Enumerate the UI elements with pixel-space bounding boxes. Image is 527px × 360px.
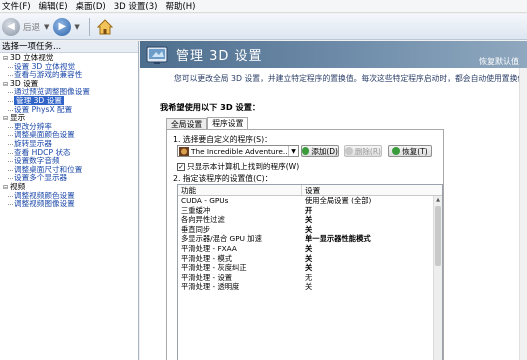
setting-feature: 多显示器/混合 GPU 加速 bbox=[181, 234, 262, 244]
column-setting: 设置 bbox=[305, 186, 321, 195]
toolbar: ◀ 后退 ▼ ▶ ▼ bbox=[0, 14, 527, 40]
add-icon bbox=[302, 147, 310, 155]
menu-help[interactable]: 帮助(H) bbox=[165, 0, 201, 12]
step-1-label: 1. 选择要自定义的程序(S)： bbox=[173, 135, 272, 144]
grid-header: 功能 设置 bbox=[178, 185, 442, 196]
setting-row[interactable]: 平滑处理 - 透明度 关 bbox=[178, 282, 442, 292]
arrow-left-icon: ◀ bbox=[7, 21, 15, 32]
show-local-programs-label: 只显示本计算机上找到的程序(W) bbox=[187, 162, 300, 171]
column-feature: 功能 bbox=[178, 185, 302, 195]
remove-icon bbox=[345, 147, 353, 155]
restore-button-label: 恢复(T) bbox=[402, 146, 428, 156]
setting-feature: 垂直同步 bbox=[181, 224, 211, 234]
setting-feature: 平滑处理 - 透明度 bbox=[181, 282, 240, 292]
page-description: 您可以更改全局 3D 设置，并建立特定程序的置换值。每次这些特定程序启动时，都会… bbox=[174, 74, 527, 83]
task-panel-header: 选择一项任务... bbox=[0, 41, 138, 53]
setting-feature: 三重缓冲 bbox=[181, 205, 211, 215]
grid-scrollbar[interactable]: ▲ bbox=[433, 196, 442, 360]
task-tree: ⊟ 3D 立体视觉 设置 3D 立体视觉 查看与游戏的兼容性 ⊟ 3D 设置 通过预览调整图… bbox=[0, 53, 138, 209]
setting-row[interactable]: CUDA - GPUs 使用全局设置 (全部) bbox=[178, 196, 442, 206]
3d-settings-icon bbox=[146, 46, 168, 64]
settings-question: 我希望使用以下 3D 设置： bbox=[160, 102, 261, 112]
setting-value[interactable]: 关 bbox=[302, 244, 312, 254]
setting-row[interactable]: 平滑处理 - 灰度纠正 关 bbox=[178, 263, 442, 273]
setting-value[interactable]: 无 bbox=[302, 273, 312, 283]
setting-value[interactable]: 开 bbox=[302, 206, 312, 216]
toolbar-divider bbox=[88, 17, 90, 36]
step-2-label: 2. 指定该程序的设置值(C)： bbox=[173, 174, 273, 183]
setting-feature: 平滑处理 - FXAA bbox=[181, 243, 237, 253]
chevron-down-icon[interactable]: ▼ bbox=[44, 23, 49, 31]
restore-icon bbox=[392, 147, 401, 155]
setting-feature: 平滑处理 - 设置 bbox=[181, 272, 233, 282]
scroll-up-icon[interactable]: ▲ bbox=[434, 196, 442, 205]
content-pane: 管理 3D 设置 恢复默认值 您可以更改全局 3D 设置，并建立特定程序的置换值… bbox=[140, 41, 527, 360]
arrow-right-icon: ▶ bbox=[58, 21, 67, 32]
program-settings-panel: 1. 选择要自定义的程序(S)： The Incredible Adventur… bbox=[166, 129, 444, 360]
program-select[interactable]: The Incredible Adventure... ▼ bbox=[177, 145, 299, 157]
restore-program-button[interactable]: 恢复(T) bbox=[388, 145, 432, 157]
setting-value[interactable]: 单一显示器性能模式 bbox=[302, 234, 371, 244]
back-button[interactable]: ◀ bbox=[2, 17, 20, 36]
chevron-down-icon[interactable]: ▼ bbox=[288, 146, 298, 156]
menu-bar: 文件(F) 编辑(E) 桌面(D) 3D 设置(3) 帮助(H) bbox=[0, 0, 527, 13]
grid-rows: CUDA - GPUs 使用全局设置 (全部) 三重缓冲开各向异性过滤关垂直同步关多… bbox=[178, 196, 442, 292]
setting-row[interactable]: 平滑处理 - FXAA 关 bbox=[178, 244, 442, 254]
setting-row[interactable]: 三重缓冲 开 bbox=[178, 206, 442, 216]
setting-value[interactable]: 使用全局设置 (全部) bbox=[302, 196, 371, 206]
selected-program: The Incredible Adventure... bbox=[191, 146, 288, 156]
tree-item-label: 调整视频图像设置 bbox=[14, 199, 75, 209]
chevron-down-icon[interactable]: ▼ bbox=[74, 23, 79, 31]
setting-feature: 各向异性过滤 bbox=[181, 215, 225, 225]
settings-tabs: 全局设置 程序设置 bbox=[166, 117, 249, 129]
setting-row[interactable]: 平滑处理 - 设置 无 bbox=[178, 273, 442, 283]
add-program-button[interactable]: 添加(D) bbox=[301, 145, 339, 157]
forward-button[interactable]: ▶ bbox=[53, 17, 72, 36]
home-button[interactable] bbox=[95, 17, 115, 37]
setting-value[interactable]: 关 bbox=[302, 263, 312, 273]
setting-value[interactable]: 关 bbox=[302, 254, 312, 264]
show-local-programs-option[interactable]: ✓ 只显示本计算机上找到的程序(W) bbox=[177, 161, 299, 172]
page-banner: 管理 3D 设置 恢复默认值 bbox=[140, 41, 527, 68]
remove-program-button[interactable]: 删除(R) bbox=[344, 145, 382, 157]
setting-value[interactable]: 关 bbox=[302, 282, 312, 292]
tree-item[interactable]: 调整视频图像设置 bbox=[0, 199, 138, 209]
menu-file[interactable]: 文件(F) bbox=[2, 0, 37, 12]
settings-grid: 功能 设置 CUDA - GPUs 使用全局设置 (全部) 三重缓冲开各向异性过滤关… bbox=[177, 184, 443, 360]
add-button-label: 添加(D) bbox=[311, 146, 338, 156]
menu-3d-settings[interactable]: 3D 设置(3) bbox=[114, 0, 164, 12]
tab-global-settings[interactable]: 全局设置 bbox=[166, 118, 208, 129]
back-label: 后退 bbox=[23, 22, 41, 33]
setting-row[interactable]: 各向异性过滤 关 bbox=[178, 215, 442, 225]
program-icon bbox=[179, 146, 189, 156]
setting-row[interactable]: 平滑处理 - 模式 关 bbox=[178, 254, 442, 264]
setting-feature: CUDA - GPUs bbox=[181, 196, 229, 205]
show-local-programs-checkbox[interactable]: ✓ bbox=[177, 162, 185, 171]
grid-scroll-thumb[interactable] bbox=[435, 206, 441, 266]
setting-row[interactable]: 垂直同步 关 bbox=[178, 225, 442, 235]
tab-program-settings[interactable]: 程序设置 bbox=[207, 117, 249, 129]
menu-desktop[interactable]: 桌面(D) bbox=[76, 0, 112, 12]
setting-value[interactable]: 关 bbox=[302, 225, 312, 235]
home-icon bbox=[96, 18, 113, 34]
restore-defaults-link[interactable]: 恢复默认值 bbox=[479, 56, 519, 67]
content-scrollbar[interactable] bbox=[519, 68, 527, 360]
setting-value[interactable]: 关 bbox=[302, 215, 312, 225]
task-panel: 选择一项任务... ⊟ 3D 立体视觉 设置 3D 立体视觉 查看与游戏的兼容性 ⊟ 3D… bbox=[0, 41, 139, 360]
setting-feature: 平滑处理 - 灰度纠正 bbox=[181, 263, 247, 273]
setting-feature: 平滑处理 - 模式 bbox=[181, 253, 233, 263]
setting-row[interactable]: 多显示器/混合 GPU 加速 单一显示器性能模式 bbox=[178, 234, 442, 244]
remove-button-label: 删除(R) bbox=[354, 146, 381, 156]
menu-edit[interactable]: 编辑(E) bbox=[39, 0, 74, 12]
page-title: 管理 3D 设置 bbox=[176, 49, 263, 64]
